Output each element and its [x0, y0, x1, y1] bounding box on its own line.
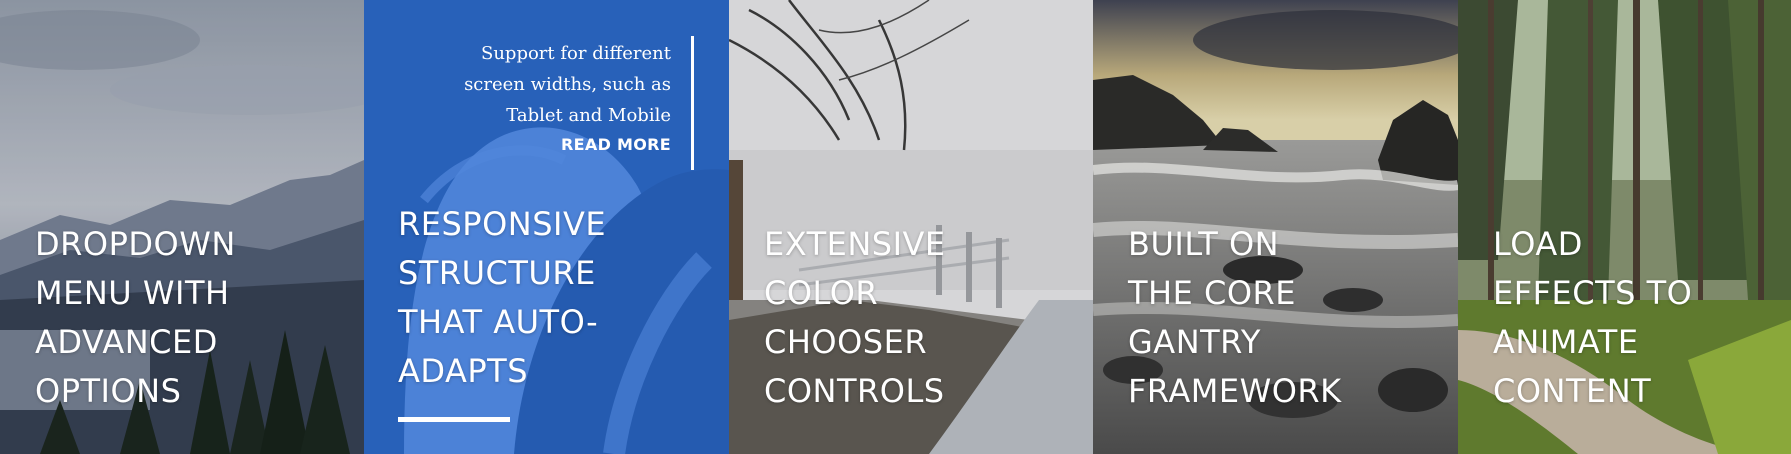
vertical-divider	[691, 36, 694, 170]
feature-panel-color-chooser[interactable]: EXTENSIVE COLOR CHOOSER CONTROLS	[729, 0, 1093, 454]
panel-title: BUILT ON THE CORE GANTRY FRAMEWORK	[1128, 225, 1342, 410]
feature-panel-dropdown-menu[interactable]: DROPDOWN MENU WITH ADVANCED OPTIONS	[0, 0, 364, 454]
title-underline	[398, 417, 510, 422]
panel-description: Support for different screen widths, suc…	[464, 38, 671, 160]
panel-title: EXTENSIVE COLOR CHOOSER CONTROLS	[764, 225, 946, 410]
feature-panel-load-effects[interactable]: LOAD EFFECTS TO ANIMATE CONTENT	[1458, 0, 1791, 454]
feature-image-strip: DROPDOWN MENU WITH ADVANCED OPTIONS Supp…	[0, 0, 1791, 454]
panel-title: LOAD EFFECTS TO ANIMATE CONTENT	[1493, 225, 1693, 410]
feature-panel-responsive[interactable]: Support for different screen widths, suc…	[364, 0, 729, 454]
panel-title: DROPDOWN MENU WITH ADVANCED OPTIONS	[35, 225, 236, 410]
feature-panel-gantry-framework[interactable]: BUILT ON THE CORE GANTRY FRAMEWORK	[1093, 0, 1458, 454]
read-more-link[interactable]: READ MORE	[464, 129, 671, 160]
panel-title: RESPONSIVE STRUCTURE THAT AUTO- ADAPTS	[398, 205, 607, 390]
